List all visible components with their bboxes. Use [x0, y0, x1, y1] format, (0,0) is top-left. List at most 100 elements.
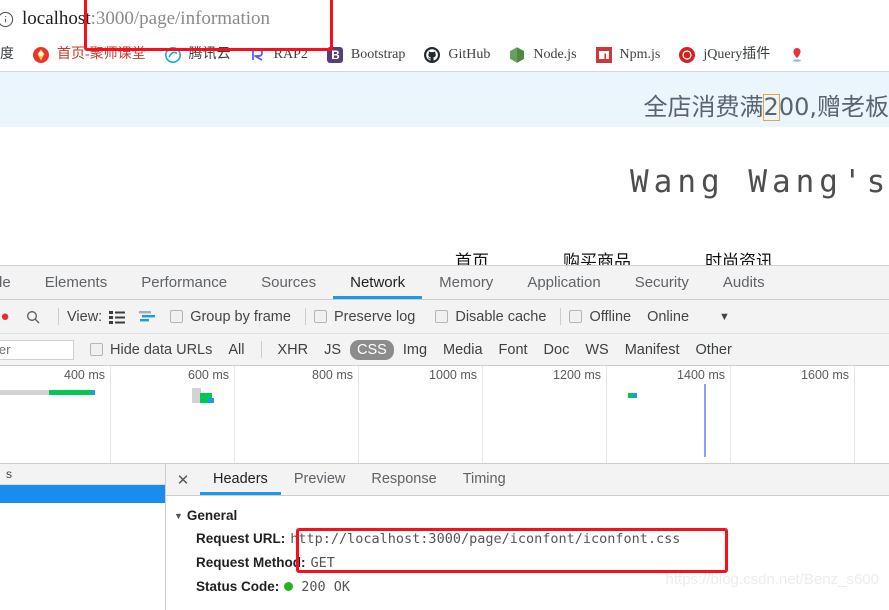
request-list-column-header: s — [6, 467, 12, 481]
group-by-frame-control[interactable]: Group by frame — [170, 309, 291, 325]
offline-control[interactable]: Offline — [569, 309, 631, 325]
bookmark-label: Bootstrap — [350, 46, 406, 62]
tab-security[interactable]: Security — [618, 266, 706, 299]
bookmark-jushi[interactable]: 首页-聚师课堂 — [23, 41, 155, 69]
group-by-frame-checkbox[interactable] — [170, 310, 184, 323]
general-value: 200 OK — [301, 579, 351, 595]
overview-tick-400: 400 ms — [64, 368, 105, 382]
bookmark-label: 首页-聚师课堂 — [57, 46, 146, 62]
filter-type-xhr[interactable]: XHR — [270, 340, 315, 360]
detail-tab-headers[interactable]: Headers — [200, 464, 281, 495]
bookmark-github[interactable]: GitHub — [414, 41, 499, 69]
overview-event-line — [704, 384, 706, 457]
record-icon[interactable]: ● — [0, 308, 16, 325]
table-row[interactable] — [0, 485, 165, 503]
filter-type-manifest[interactable]: Manifest — [618, 340, 687, 360]
preserve-log-checkbox[interactable] — [313, 310, 327, 323]
disable-cache-label: Disable cache — [455, 308, 547, 325]
tab-sources[interactable]: Sources — [244, 266, 333, 299]
filter-type-font[interactable]: Font — [492, 340, 535, 360]
list-view-icon[interactable] — [102, 310, 132, 324]
filter-type-media[interactable]: Media — [436, 340, 490, 360]
bookmark-pin[interactable] — [779, 41, 806, 69]
group-by-frame-label: Group by frame — [190, 308, 291, 325]
nodejs-icon — [510, 46, 525, 63]
bookmark-bootstrap[interactable]: Bootstrap — [317, 41, 414, 69]
tab-network[interactable]: Network — [333, 266, 422, 299]
tab-performance[interactable]: Performance — [124, 266, 244, 299]
bookmark-tencent-cloud[interactable]: 腾讯云 — [155, 41, 240, 69]
general-key: Status Code: — [196, 579, 280, 594]
tab-console[interactable]: le — [0, 266, 28, 299]
bookmark-label: RAP2 — [273, 46, 308, 62]
preserve-log-label: Preserve log — [333, 308, 416, 325]
request-list-header[interactable]: s — [0, 464, 165, 485]
detail-tab-timing[interactable]: Timing — [450, 464, 519, 495]
nav-item-news[interactable]: 时尚资讯 — [705, 247, 773, 265]
detail-tab-preview[interactable]: Preview — [281, 464, 359, 495]
tab-audits[interactable]: Audits — [706, 266, 782, 299]
bookmarks-bar[interactable]: 度 首页-聚师课堂 腾讯云 RAP2 Bootstrap GitHub Node… — [0, 38, 889, 72]
disable-cache-control[interactable]: Disable cache — [435, 309, 546, 325]
bookmark-baidu[interactable]: 度 — [0, 41, 23, 69]
devtools-tabbar[interactable]: le Elements Performance Sources Network … — [0, 266, 889, 300]
waterfall-view-icon[interactable] — [132, 310, 162, 324]
network-toolbar[interactable]: ● View: Group by frame Preserve log Disa… — [0, 300, 889, 334]
shop-nav[interactable]: 首页 购买商品 时尚资讯 — [455, 247, 773, 265]
nav-item-home[interactable]: 首页 — [455, 247, 489, 265]
filter-type-img[interactable]: Img — [396, 340, 434, 360]
bookmark-rap2[interactable]: RAP2 — [240, 41, 317, 69]
network-overview[interactable]: 400 ms 600 ms 800 ms 1000 ms 1200 ms 140… — [0, 366, 889, 464]
hide-data-urls-label: Hide data URLs — [110, 341, 213, 358]
promo-before: 全店消费满 — [643, 93, 764, 121]
general-row-request-method: Request Method: GET — [196, 555, 889, 571]
request-list[interactable]: s — [0, 464, 166, 610]
filter-type-doc[interactable]: Doc — [537, 340, 577, 360]
general-row-request-url: Request URL: http://localhost:3000/page/… — [196, 531, 889, 547]
detail-tabbar[interactable]: ✕ Headers Preview Response Timing — [166, 464, 889, 496]
shop-title: Wang Wang's — [630, 164, 889, 200]
promo-after: 00,赠老板 — [778, 93, 889, 121]
hide-data-urls-checkbox[interactable] — [90, 343, 103, 356]
browser-omnibox[interactable]: localhost:3000/page/information — [0, 0, 889, 38]
offline-label: Offline — [589, 308, 632, 325]
tab-memory[interactable]: Memory — [422, 266, 510, 299]
bookmark-jquery[interactable]: jQuery插件 — [669, 41, 779, 69]
nav-item-products[interactable]: 购买商品 — [563, 247, 631, 265]
preserve-log-control[interactable]: Preserve log — [313, 308, 416, 325]
filter-type-other[interactable]: Other — [689, 340, 739, 360]
omnibox-url[interactable]: localhost:3000/page/information — [22, 8, 270, 30]
detail-tab-response[interactable]: Response — [358, 464, 449, 495]
omnibox-host: localhost — [22, 8, 91, 29]
filter-input[interactable] — [0, 339, 74, 360]
general-section-header[interactable]: ▼ General — [174, 508, 889, 523]
offline-checkbox[interactable] — [569, 310, 583, 323]
overview-tick-1000: 1000 ms — [429, 368, 477, 382]
bookmark-npm[interactable]: Npm.js — [586, 41, 670, 69]
toolbar-divider — [560, 308, 562, 325]
network-filterbar[interactable]: Hide data URLs All XHR JS CSS Img Media … — [0, 334, 889, 366]
overview-request-bar — [91, 390, 95, 395]
filter-type-js[interactable]: JS — [317, 340, 348, 360]
tab-application[interactable]: Application — [510, 266, 617, 299]
throttling-value[interactable]: Online — [647, 309, 689, 325]
filter-type-ws[interactable]: WS — [578, 340, 615, 360]
chevron-down-icon[interactable]: ▼ — [719, 311, 730, 323]
promo-text: 全店消费满200,赠老板 — [644, 87, 889, 122]
filter-type-all[interactable]: All — [221, 340, 251, 360]
toolbar-divider — [304, 308, 306, 325]
promo-highlight: 2 — [762, 93, 780, 121]
close-icon[interactable]: ✕ — [166, 471, 200, 489]
filter-type-css[interactable]: CSS — [350, 339, 394, 360]
search-icon[interactable] — [16, 309, 50, 325]
watermark: https://blog.csdn.net/Benz_s600 — [665, 571, 879, 588]
overview-tick-600: 600 ms — [188, 368, 229, 382]
hide-data-urls-control[interactable]: Hide data URLs — [90, 342, 212, 358]
triangle-down-icon[interactable]: ▼ — [174, 511, 183, 521]
tab-elements[interactable]: Elements — [28, 266, 125, 299]
bookmark-nodejs[interactable]: Node.js — [499, 41, 585, 69]
disable-cache-checkbox[interactable] — [435, 310, 449, 323]
general-value[interactable]: http://localhost:3000/page/iconfont/icon… — [290, 531, 680, 547]
overview-tick-1600: 1600 ms — [801, 368, 849, 382]
pin-icon — [793, 47, 802, 62]
